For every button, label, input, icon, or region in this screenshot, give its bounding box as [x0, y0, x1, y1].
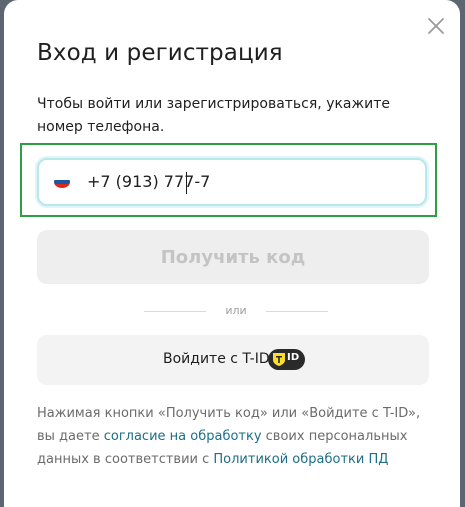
auth-modal: Вход и регистрация Чтобы войти или зарег… [4, 0, 460, 507]
phone-field-highlight [20, 143, 437, 217]
tid-shield-icon [273, 353, 285, 366]
tid-badge-text: ID [287, 352, 300, 363]
modal-title: Вход и регистрация [37, 40, 283, 66]
modal-subtitle: Чтобы войти или зарегистрироваться, укаж… [37, 96, 390, 135]
tid-login-button[interactable]: Войдите с T-ID ID [37, 335, 429, 385]
legal-notice: Нажимая кнопки «Получить код» или «Войди… [37, 402, 437, 471]
close-icon [428, 18, 444, 34]
tid-badge: ID [268, 349, 305, 370]
or-divider: или [144, 304, 328, 318]
policy-link[interactable]: Политикой обработки ПД [213, 452, 388, 467]
tid-login-label: Войдите с T-ID [163, 351, 270, 367]
get-code-button[interactable]: Получить код [37, 230, 429, 284]
close-button[interactable] [426, 16, 446, 36]
consent-link[interactable]: согласие на обработку [104, 429, 262, 444]
divider-line-right [266, 311, 328, 312]
